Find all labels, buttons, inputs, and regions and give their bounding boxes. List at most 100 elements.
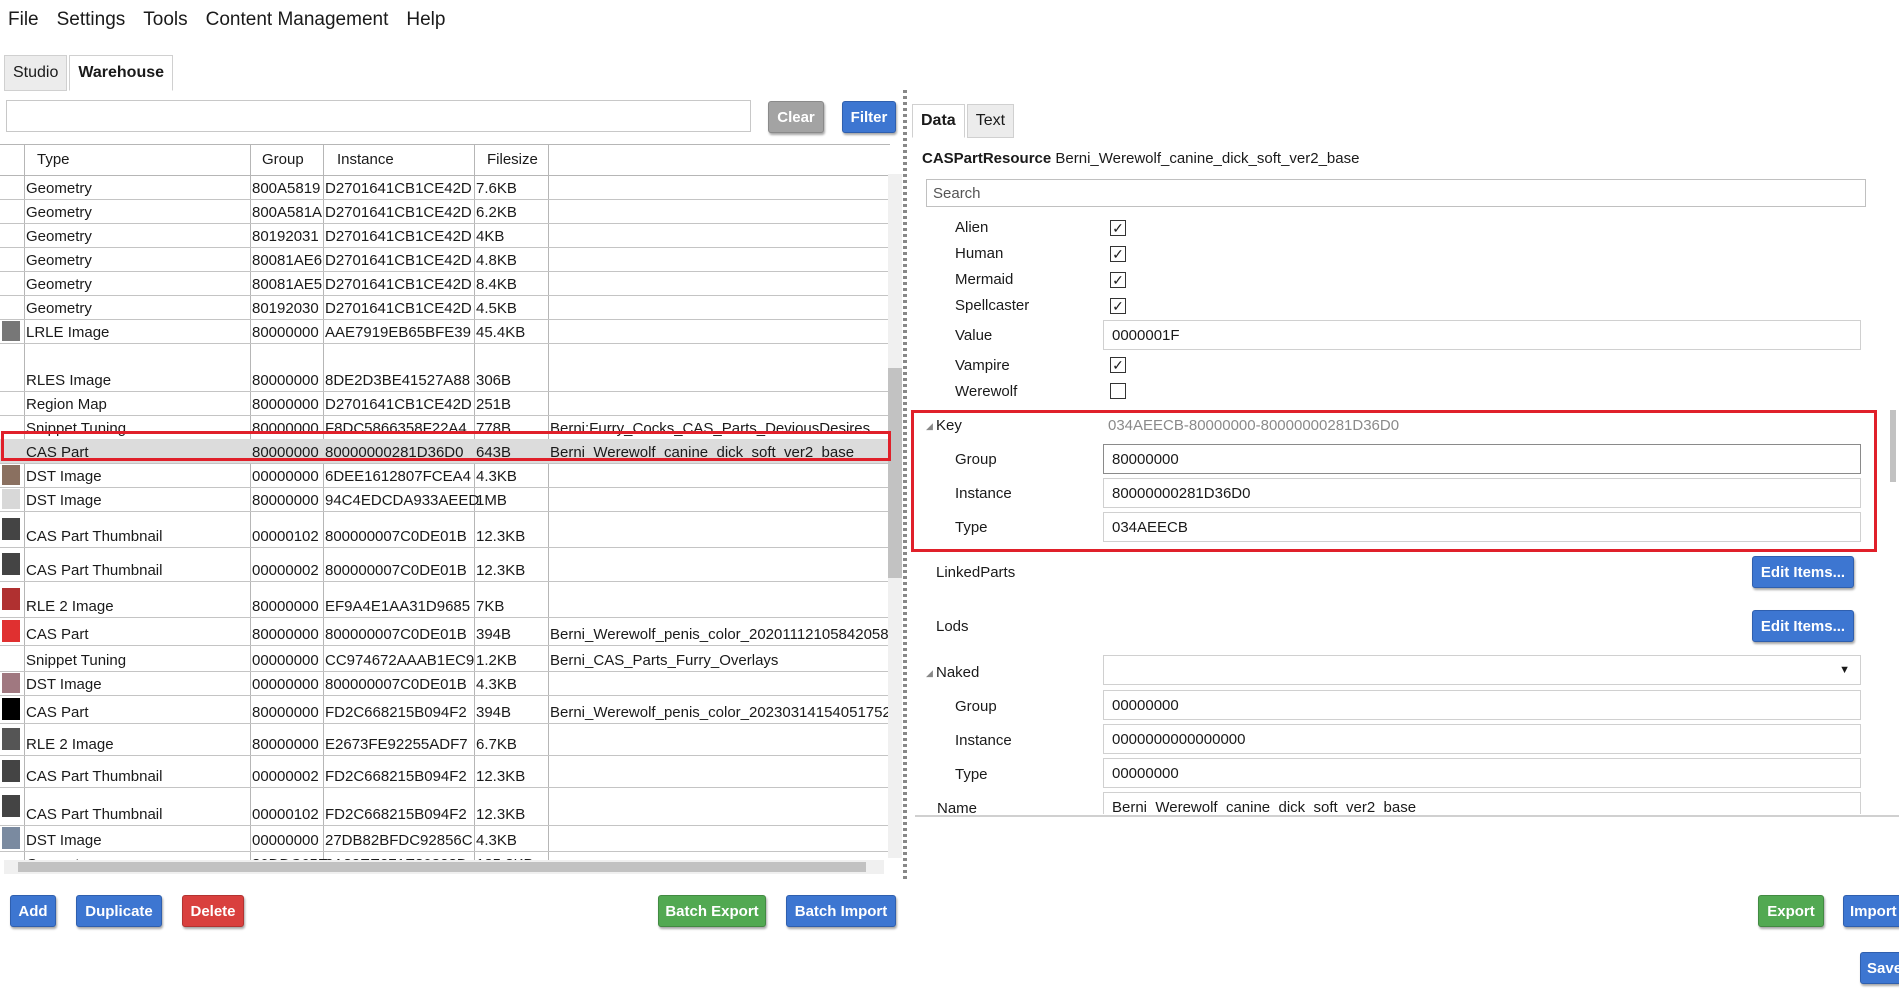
resource-thumbnail: [2, 827, 20, 849]
table-row[interactable]: Geometry 80192030 D2701641CB1CE42D 4.5KB: [0, 295, 888, 320]
resource-thumbnail: [2, 553, 20, 575]
tab-warehouse[interactable]: Warehouse: [69, 55, 174, 91]
naked-type-field[interactable]: 00000000: [1103, 758, 1861, 788]
prop-label-werewolf: Werewolf: [955, 383, 1018, 400]
cell-instance: 800000007C0DE01B: [325, 528, 467, 545]
cell-type: CAS Part Thumbnail: [26, 806, 163, 823]
duplicate-button[interactable]: Duplicate: [76, 895, 162, 927]
column-type[interactable]: Type: [37, 151, 70, 168]
cell-type: DST Image: [26, 676, 102, 693]
table-row[interactable]: DST Image 00000000 6DEE1612807FCEA4 4.3KB: [0, 463, 888, 488]
name-field[interactable]: Berni_Werewolf_canine_dick_soft_ver2_bas…: [1103, 792, 1861, 814]
menu-content-management[interactable]: Content Management: [206, 9, 389, 31]
table-row[interactable]: Region Map 80000000 D2701641CB1CE42D 251B: [0, 391, 888, 416]
column-filesize[interactable]: Filesize: [487, 151, 538, 168]
cell-filesize: 4.3KB: [476, 832, 517, 849]
grid-horizontal-scroll-thumb[interactable]: [18, 862, 866, 872]
table-row[interactable]: Geometry 800A5819 D2701641CB1CE42D 7.6KB: [0, 175, 888, 200]
column-group[interactable]: Group: [262, 151, 304, 168]
naked-instance-field[interactable]: 0000000000000000: [1103, 724, 1861, 754]
menu-settings[interactable]: Settings: [57, 9, 126, 31]
linkedparts-edit-button[interactable]: Edit Items...: [1752, 556, 1854, 588]
table-row[interactable]: LRLE Image 80000000 AAE7919EB65BFE39 45.4KB: [0, 319, 888, 344]
property-search-input[interactable]: Search: [926, 179, 1866, 207]
table-row[interactable]: Geometry 800A581A D2701641CB1CE42D 6.2KB: [0, 199, 888, 224]
table-row[interactable]: Geometry 80192031 D2701641CB1CE42D 4KB: [0, 223, 888, 248]
mermaid-checkbox[interactable]: ✓: [1110, 272, 1126, 288]
grid-vertical-scroll-thumb[interactable]: [888, 368, 902, 578]
prop-label-spellcaster: Spellcaster: [955, 297, 1030, 314]
cell-filesize: 251B: [476, 396, 512, 413]
prop-label-linkedparts: LinkedParts: [936, 564, 1016, 581]
naked-expand-icon[interactable]: ◢: [926, 668, 933, 679]
table-row[interactable]: DST Image 00000000 800000007C0DE01B 4.3KB: [0, 671, 888, 696]
cell-group: 00000002: [252, 768, 319, 785]
alien-checkbox[interactable]: ✓: [1110, 220, 1126, 236]
table-row[interactable]: CAS Part Thumbnail 00000002 800000007C0DE0…: [0, 547, 888, 582]
resource-thumbnail: [2, 728, 20, 750]
resource-thumbnail: [2, 673, 20, 693]
table-row[interactable]: DST Image 80000000 94C4EDCDA933AEED 1MB: [0, 487, 888, 512]
werewolf-checkbox[interactable]: [1110, 383, 1126, 399]
menu-help[interactable]: Help: [406, 9, 445, 31]
save-button[interactable]: Save: [1860, 952, 1899, 984]
delete-button[interactable]: Delete: [182, 895, 244, 927]
table-row[interactable]: Geometry 80081AE5 D2701641CB1CE42D 8.4KB: [0, 271, 888, 296]
cell-group: 80000000: [252, 736, 319, 753]
cell-name: Berni_Werewolf_penis_color_2023031415405…: [550, 704, 890, 721]
cell-filesize: 12.3KB: [476, 562, 526, 579]
resource-title: CASPartResource Berni_Werewolf_canine_di…: [922, 150, 1359, 167]
table-row[interactable]: CAS Part 80000000 FD2C668215B094F2 394B Bern…: [0, 695, 890, 724]
resource-thumbnail: [2, 518, 20, 540]
table-row[interactable]: Snippet Tuning 00000000 CC974672AAAB1EC9 1.…: [0, 645, 888, 672]
table-row[interactable]: Geometry 80081AE6 D2701641CB1CE42D 4.8KB: [0, 247, 888, 272]
table-row[interactable]: DST Image 00000000 27DB82BFDC92856C 4.3KB: [0, 825, 888, 852]
lods-edit-button[interactable]: Edit Items...: [1752, 610, 1854, 642]
cell-filesize: 1.2KB: [476, 652, 517, 669]
value-field[interactable]: 0000001F: [1103, 320, 1861, 350]
cell-instance: E2673FE92255ADF7: [325, 736, 468, 753]
table-row[interactable]: RLES Image 80000000 8DE2D3BE41527A88 306B: [0, 343, 888, 392]
cell-instance: D2701641CB1CE42D: [325, 204, 472, 221]
batch-export-button[interactable]: Batch Export: [658, 895, 766, 927]
grid-header: Type Group Instance Filesize: [0, 145, 890, 176]
spellcaster-checkbox[interactable]: ✓: [1110, 298, 1126, 314]
naked-dropdown[interactable]: ▼: [1103, 655, 1861, 685]
tab-studio[interactable]: Studio: [4, 55, 68, 91]
human-checkbox[interactable]: ✓: [1110, 246, 1126, 262]
naked-group-field[interactable]: 00000000: [1103, 690, 1861, 720]
prop-label-name: Name: [937, 800, 978, 814]
property-scroll-thumb[interactable]: [1890, 410, 1896, 482]
cell-filesize: 4.3KB: [476, 468, 517, 485]
table-row[interactable]: CAS Part 80000000 800000007C0DE01B 394B Bern…: [0, 617, 890, 646]
filter-button[interactable]: Filter: [842, 101, 896, 133]
table-row[interactable]: CAS Part Thumbnail 00000102 FD2C668215B094…: [0, 787, 888, 826]
cell-type: RLES Image: [26, 372, 112, 389]
table-row[interactable]: RLE 2 Image 80000000 E2673FE92255ADF7 6.7KB: [0, 723, 888, 756]
tab-data[interactable]: Data: [912, 104, 965, 138]
vampire-checkbox[interactable]: ✓: [1110, 357, 1126, 373]
menu-file[interactable]: File: [8, 9, 39, 31]
cell-group: 00000102: [252, 528, 319, 545]
filter-input[interactable]: [6, 100, 751, 132]
cell-type: Snippet Tuning: [26, 652, 127, 669]
menu-tools[interactable]: Tools: [143, 9, 187, 31]
export-button[interactable]: Export: [1758, 895, 1824, 927]
cell-filesize: 7KB: [476, 598, 505, 615]
cell-group: 80192031: [252, 228, 319, 245]
cell-type: Geometry: [26, 276, 92, 293]
table-row[interactable]: CAS Part Thumbnail 00000102 800000007C0DE0…: [0, 511, 888, 548]
add-button[interactable]: Add: [10, 895, 56, 927]
panel-splitter[interactable]: [903, 90, 907, 880]
cell-filesize: 12.3KB: [476, 768, 526, 785]
batch-import-button[interactable]: Batch Import: [786, 895, 896, 927]
cell-type: LRLE Image: [26, 324, 110, 341]
table-row[interactable]: CAS Part Thumbnail 00000002 FD2C668215B094…: [0, 755, 888, 788]
import-button[interactable]: Import: [1843, 895, 1899, 927]
table-row[interactable]: RLE 2 Image 80000000 EF9A4E1AA31D9685 7KB: [0, 581, 888, 618]
tab-text[interactable]: Text: [966, 104, 1015, 138]
prop-label-vampire: Vampire: [955, 357, 1010, 374]
column-instance[interactable]: Instance: [337, 151, 394, 168]
clear-button[interactable]: Clear: [768, 101, 824, 133]
cell-name: Berni_Werewolf_penis_color_2020111210584…: [550, 626, 890, 643]
